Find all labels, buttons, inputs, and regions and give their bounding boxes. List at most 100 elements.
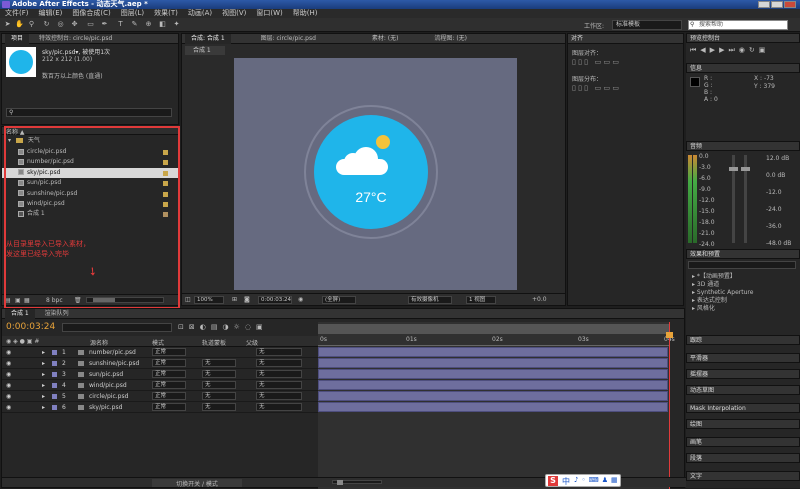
right-panel-header[interactable]: 平滑器 xyxy=(686,353,800,363)
menu-item-2[interactable]: 图像合成(C) xyxy=(67,9,115,18)
tab-project[interactable]: 项目 xyxy=(5,34,30,44)
visibility-icon[interactable]: ◉ xyxy=(6,380,11,391)
layer-parent-select[interactable]: 无 xyxy=(256,370,302,378)
expand-arrow-icon[interactable]: ▸ xyxy=(42,402,45,413)
camera-tool-icon[interactable]: ◎ xyxy=(56,20,65,29)
table-row[interactable]: ◉ ▸ 2 sunshine/pic.psd 正常 无 无 xyxy=(2,358,318,369)
channel-icon[interactable]: ◉ xyxy=(298,296,303,303)
table-row[interactable]: ◉ ▸ 3 sun/pic.psd 正常 无 无 xyxy=(2,369,318,380)
layer-trkmat-select[interactable]: 无 xyxy=(202,403,236,411)
effects-item[interactable]: ▸ 3D 通道 xyxy=(688,281,796,289)
pen-tool-icon[interactable]: ✒ xyxy=(100,20,109,29)
mask-rect-tool-icon[interactable]: ▭ xyxy=(86,20,95,29)
layer-duration-bar[interactable] xyxy=(318,369,668,379)
layer-mode-select[interactable]: 正常 xyxy=(152,403,186,411)
resolution-select[interactable]: (全屏) xyxy=(322,296,356,304)
layer-trkmat-select[interactable]: 无 xyxy=(202,392,236,400)
text-tool-icon[interactable]: T xyxy=(116,20,125,29)
layer-parent-select[interactable]: 无 xyxy=(256,359,302,367)
layer-name[interactable]: number/pic.psd xyxy=(89,347,136,358)
selection-tool-icon[interactable]: ➤ xyxy=(3,20,12,29)
label-color-swatch[interactable] xyxy=(52,361,57,366)
menu-item-7[interactable]: 窗口(W) xyxy=(251,9,287,18)
table-row[interactable]: ◉ ▸ 6 sky/pic.psd 正常 无 无 xyxy=(2,402,318,413)
effects-item[interactable]: ▸ 表达式控制 xyxy=(688,297,796,305)
audio-slider-right[interactable] xyxy=(741,155,750,243)
maximize-button[interactable] xyxy=(771,1,783,8)
layer-parent-select[interactable]: 无 xyxy=(256,381,302,389)
ime-tools[interactable]: ♪◦⌨♟▦ xyxy=(574,476,621,484)
pan-tool-icon[interactable]: ✥ xyxy=(70,20,79,29)
timeline-search-input[interactable] xyxy=(62,323,172,332)
layer-duration-bar[interactable] xyxy=(318,402,668,412)
timeline-current-time[interactable]: 0:00:03:24 xyxy=(6,322,55,332)
layer-name[interactable]: sunshine/pic.psd xyxy=(89,358,139,369)
layer-trkmat-select[interactable]: 无 xyxy=(202,359,236,367)
menu-item-4[interactable]: 效果(T) xyxy=(149,9,183,18)
camera-select[interactable]: 有效摄像机 xyxy=(408,296,452,304)
right-panel-header[interactable]: 文字 xyxy=(686,471,800,481)
preview-controls[interactable]: ⏮◀▶▶⏭◉↻▣ xyxy=(690,46,769,55)
views-select[interactable]: 1 视图 xyxy=(466,296,496,304)
right-panel-header[interactable]: 跟踪 xyxy=(686,335,800,345)
effects-item[interactable]: ▸ *【动画预置】 xyxy=(688,273,796,281)
distribute-buttons[interactable]: ▯ ▯ ▯ ▭ ▭ ▭ xyxy=(572,84,619,92)
audio-slider-left[interactable] xyxy=(729,155,738,243)
align-buttons[interactable]: ▯ ▯ ▯ ▭ ▭ ▭ xyxy=(572,58,619,66)
expand-arrow-icon[interactable]: ▸ xyxy=(42,358,45,369)
search-help-input[interactable]: 搜索帮助 xyxy=(688,20,788,30)
tab-comp1[interactable]: 合成 1 xyxy=(5,309,35,319)
right-panel-header[interactable]: Mask Interpolation xyxy=(686,403,800,413)
menu-item-8[interactable]: 帮助(H) xyxy=(288,9,323,18)
eraser-tool-icon[interactable]: ◧ xyxy=(158,20,167,29)
layer-trkmat-select[interactable]: 无 xyxy=(202,381,236,389)
ime-mode[interactable]: 中 xyxy=(562,476,570,487)
tab-render-queue[interactable]: 渲染队列 xyxy=(39,309,75,319)
layer-mode-select[interactable]: 正常 xyxy=(152,381,186,389)
current-time-indicator[interactable] xyxy=(669,322,670,489)
visibility-icon[interactable]: ◉ xyxy=(6,391,11,402)
label-color-swatch[interactable] xyxy=(52,372,57,377)
timeline-track-area[interactable]: 0s01s02s03s04s xyxy=(318,322,675,489)
expand-arrow-icon[interactable]: ▸ xyxy=(42,347,45,358)
right-panel-header[interactable]: 摇摆器 xyxy=(686,369,800,379)
effects-item[interactable]: ▸ Synthetic Aperture xyxy=(688,289,796,297)
comp-canvas[interactable]: 27°C xyxy=(234,58,517,290)
effects-search-input[interactable] xyxy=(688,261,796,269)
table-row[interactable]: ◉ ▸ 1 number/pic.psd 正常 无 xyxy=(2,347,318,358)
clone-tool-icon[interactable]: ⊕ xyxy=(144,20,153,29)
workspace-select[interactable]: 标准模板 xyxy=(612,20,682,30)
layer-mode-select[interactable]: 正常 xyxy=(152,359,186,367)
visibility-icon[interactable]: ◉ xyxy=(6,402,11,413)
zoom-select[interactable]: 100% xyxy=(194,296,224,304)
timeline-switches[interactable]: ⊡⊠◐▤◑☼◌▣ xyxy=(178,323,268,331)
layer-mode-select[interactable]: 正常 xyxy=(152,370,186,378)
layer-duration-bar[interactable] xyxy=(318,391,668,401)
layer-name[interactable]: sky/pic.psd xyxy=(89,402,122,413)
layer-parent-select[interactable]: 无 xyxy=(256,348,302,356)
layer-mode-select[interactable]: 正常 xyxy=(152,348,186,356)
work-area-bar[interactable] xyxy=(318,324,670,334)
label-color-swatch[interactable] xyxy=(52,394,57,399)
menu-item-5[interactable]: 动画(A) xyxy=(183,9,217,18)
menu-item-6[interactable]: 视图(V) xyxy=(217,9,251,18)
puppet-tool-icon[interactable]: ✦ xyxy=(172,20,181,29)
right-panel-header[interactable]: 绘图 xyxy=(686,419,800,429)
table-row[interactable]: ◉ ▸ 5 circle/pic.psd 正常 无 无 xyxy=(2,391,318,402)
right-panel-header[interactable]: 动态草图 xyxy=(686,385,800,395)
tab-composition[interactable]: 合成: 合成 1 xyxy=(185,34,231,44)
visibility-icon[interactable]: ◉ xyxy=(6,347,11,358)
effects-item[interactable]: ▸ 风格化 xyxy=(688,305,796,313)
current-time[interactable]: 0:00:03:24 xyxy=(258,296,292,304)
layer-name[interactable]: sun/pic.psd xyxy=(89,369,123,380)
layer-name[interactable]: circle/pic.psd xyxy=(89,391,128,402)
magnify-icon[interactable]: ◫ xyxy=(185,296,191,303)
layer-parent-select[interactable]: 无 xyxy=(256,392,302,400)
menu-item-1[interactable]: 编辑(E) xyxy=(34,9,68,18)
hand-tool-icon[interactable]: ✋ xyxy=(15,20,24,29)
layer-mode-select[interactable]: 正常 xyxy=(152,392,186,400)
layer-name[interactable]: wind/pic.psd xyxy=(89,380,127,391)
layer-duration-bar[interactable] xyxy=(318,380,668,390)
table-row[interactable]: ◉ ▸ 4 wind/pic.psd 正常 无 无 xyxy=(2,380,318,391)
right-panel-header[interactable]: 段落 xyxy=(686,453,800,463)
